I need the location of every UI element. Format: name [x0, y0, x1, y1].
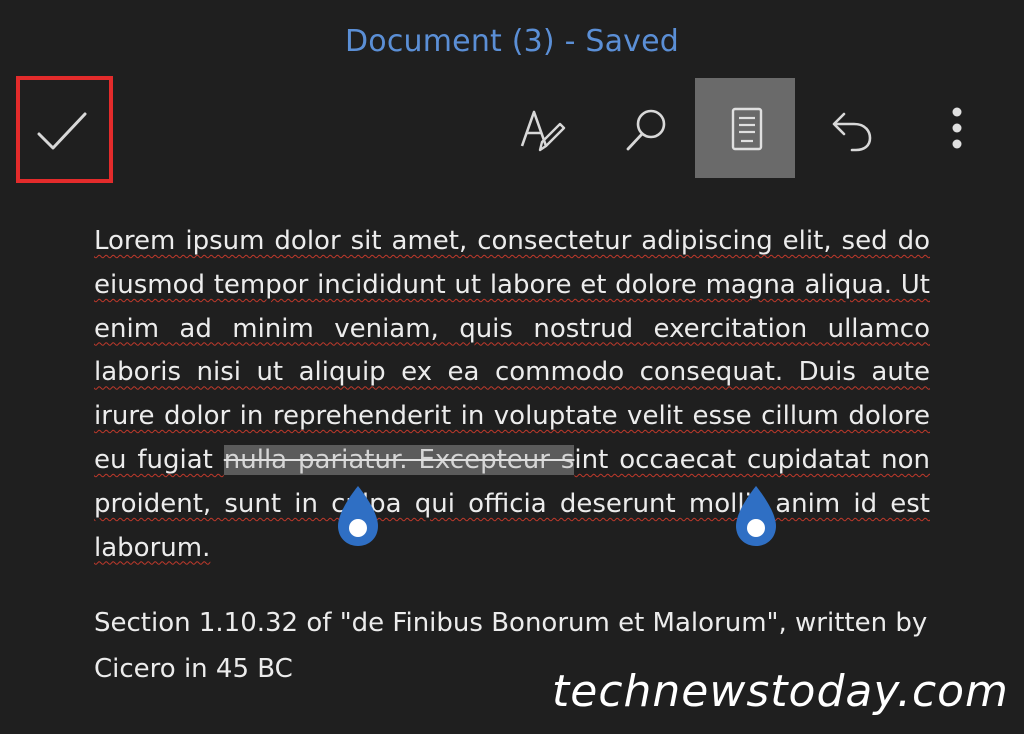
search-button[interactable] [593, 78, 693, 178]
search-icon [626, 109, 666, 151]
watermark: technewstoday.com [552, 666, 1009, 717]
selected-text[interactable]: nulla pariatur. Excepteur s [223, 444, 575, 475]
paragraph-1[interactable]: Lorem ipsum dolor sit amet, consectetur … [94, 220, 930, 570]
document-body[interactable]: Lorem ipsum dolor sit amet, consectetur … [94, 220, 930, 684]
selection-end-handle[interactable] [732, 484, 780, 548]
done-button[interactable] [16, 76, 113, 183]
reading-mode-icon [731, 107, 763, 151]
selection-start-handle[interactable] [334, 484, 382, 548]
document-title: Document (3) - Saved [344, 24, 680, 59]
text-format-pen-icon [520, 110, 566, 152]
more-options-button[interactable] [906, 78, 1006, 178]
undo-button[interactable] [798, 78, 898, 178]
more-vertical-icon [952, 107, 962, 149]
paragraph-1-text-start: Lorem ipsum dolor sit amet, consectetur … [94, 226, 930, 475]
undo-icon [832, 112, 872, 152]
reading-mode-button[interactable] [695, 78, 795, 178]
top-bar: Document (3) - Saved [0, 0, 1024, 190]
text-format-button[interactable] [490, 78, 590, 178]
checkmark-icon [37, 112, 87, 150]
